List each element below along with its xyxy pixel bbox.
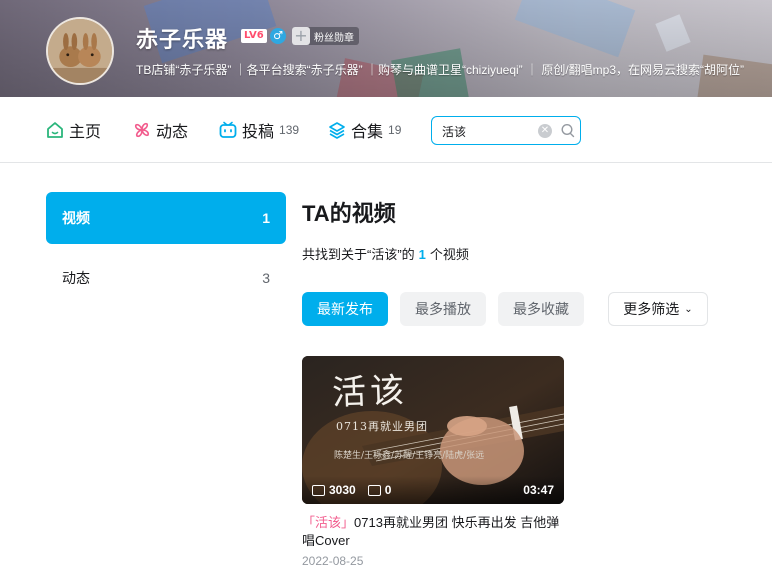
tab-collections-count: 19 (388, 123, 402, 137)
play-icon (312, 484, 325, 496)
sidebar-item-count: 3 (262, 270, 270, 286)
tab-home[interactable]: 主页 (46, 119, 101, 141)
plus-icon: + (292, 27, 310, 45)
tab-videos-label: 投稿 (242, 124, 275, 141)
chevron-down-icon: ⌄ (684, 303, 693, 315)
video-title-link[interactable]: 「活该」0713再就业男团 快乐再出发 吉他弹唱Cover (302, 514, 572, 550)
male-gender-icon: ♂ (270, 28, 286, 44)
video-duration: 03:47 (523, 483, 554, 497)
fan-badge[interactable]: + 粉丝勋章 (292, 27, 359, 45)
video-date: 2022-08-25 (302, 554, 364, 568)
level-badge: LV6 (241, 29, 267, 43)
sidebar-item-count: 1 (262, 210, 270, 226)
sidebar-item-label: 动态 (62, 270, 90, 286)
result-suffix: 个视频 (429, 247, 469, 262)
danmaku-icon (367, 484, 381, 496)
tab-dynamic[interactable]: 动态 (133, 119, 188, 141)
cover-art-title: 活该 (331, 370, 409, 414)
sort-most-fav-button[interactable]: 最多收藏 (498, 292, 584, 326)
danmaku-count: 0 (367, 483, 392, 497)
sidebar-item-label: 视频 (62, 210, 90, 226)
rabbits-avatar-icon (48, 19, 112, 83)
play-count-value: 3030 (329, 483, 356, 497)
danmaku-count-value: 0 (384, 483, 392, 497)
tab-videos[interactable]: 投稿 139 (219, 119, 299, 141)
search-input[interactable] (442, 122, 534, 140)
tv-icon (219, 121, 237, 138)
pinwheel-icon (134, 122, 150, 138)
result-count: 1 (418, 247, 426, 262)
cover-stats: 3030 0 03:47 (302, 476, 564, 504)
page-title: TA的视频 (302, 201, 396, 226)
banner-shade (0, 0, 772, 97)
tab-home-label: 主页 (69, 124, 102, 141)
play-count: 3030 (312, 483, 356, 497)
home-icon (47, 122, 63, 138)
more-filters-label: 更多筛选 (623, 301, 680, 317)
tab-collections[interactable]: 合集 19 (328, 119, 401, 141)
sidebar-item-dynamic[interactable]: 动态 3 (46, 252, 286, 304)
avatar[interactable] (46, 17, 114, 85)
tab-videos-count: 139 (279, 123, 300, 137)
sort-latest-button[interactable]: 最新发布 (302, 292, 388, 326)
title-keyword-highlight: 活该 (315, 515, 342, 530)
username: 赤子乐器 (136, 27, 229, 52)
fan-badge-label: 粉丝勋章 (314, 32, 354, 44)
sidebar-item-videos[interactable]: 视频 1 (46, 192, 286, 244)
clear-icon[interactable]: ✕ (538, 124, 552, 138)
search-result-summary: 共找到关于“活该”的 1 个视频 (302, 244, 469, 263)
layers-icon (329, 122, 345, 139)
user-signature: TB店铺“赤子乐器” ｜各平台搜索“赤子乐器” ｜购琴与曲谱卫星“chiziyu… (136, 63, 745, 77)
more-filters-button[interactable]: 更多筛选 ⌄ (608, 292, 708, 326)
tab-collections-label: 合集 (351, 124, 384, 141)
sort-most-played-button[interactable]: 最多播放 (400, 292, 486, 326)
profile-nav: 主页 动态 投稿 139 合集 19 (0, 97, 772, 163)
cover-art-names: 陈楚生/王栎鑫/苏醒/王铮亮/陆虎/张远 (334, 451, 485, 461)
title-bracket-open: 「 (302, 515, 316, 530)
tab-dynamic-label: 动态 (156, 124, 189, 141)
search-icon[interactable] (561, 123, 575, 139)
video-cover[interactable]: 活该 0713再就业男团 陈楚生/王栎鑫/苏醒/王铮亮/陆虎/张远 3030 0… (302, 356, 564, 504)
cover-art-subtitle: 0713再就业男团 (336, 420, 428, 433)
video-search-box: ✕ (431, 116, 581, 145)
title-bracket-close: 」 (341, 515, 355, 530)
result-prefix: 共找到关于“活该”的 (302, 247, 415, 262)
profile-banner: 赤子乐器 LV6 ♂ + 粉丝勋章 TB店铺“赤子乐器” ｜各平台搜索“赤子乐器… (0, 0, 772, 97)
